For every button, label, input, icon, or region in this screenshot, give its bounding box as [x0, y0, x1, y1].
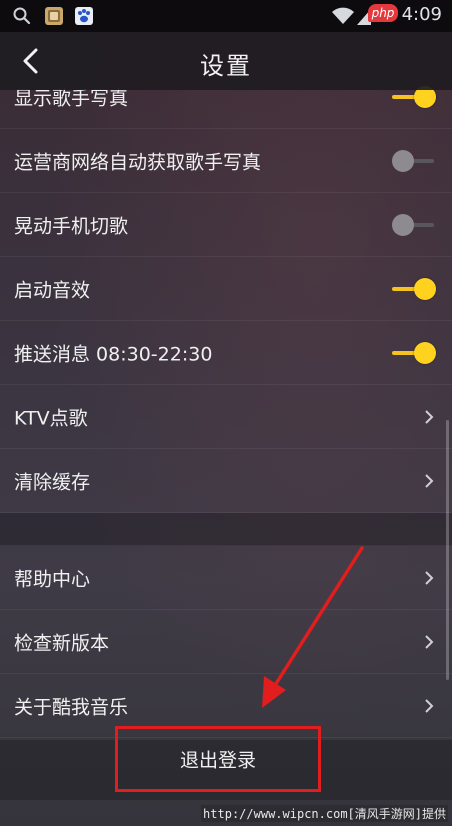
chevron-right-icon — [425, 634, 434, 649]
toggle-switch[interactable] — [392, 341, 438, 364]
setting-clear-cache[interactable]: 清除缓存 — [0, 449, 452, 513]
setting-shake-to-skip[interactable]: 晃动手机切歌 — [0, 193, 452, 257]
page-title: 设置 — [200, 52, 252, 80]
setting-help-center[interactable]: 帮助中心 — [0, 546, 452, 610]
baidu-paw-icon — [75, 7, 93, 25]
watermark-text: http://www.wipcn.com[清风手游网]提供 — [201, 805, 448, 822]
settings-list: 显示歌手写真 运营商网络自动获取歌手写真 晃动手机切歌 启动音效 推送消息 08… — [0, 65, 452, 738]
header-bar: 设置 — [0, 32, 452, 90]
search-icon — [13, 7, 31, 25]
logout-button[interactable]: 退出登录 — [115, 726, 321, 792]
setting-push-notifications[interactable]: 推送消息 08:30-22:30 — [0, 321, 452, 385]
setting-label: 启动音效 — [14, 279, 91, 301]
setting-label: 关于酷我音乐 — [14, 696, 129, 718]
setting-label: 晃动手机切歌 — [14, 215, 129, 237]
toggle-switch[interactable] — [392, 213, 438, 236]
php-badge: php — [368, 4, 398, 22]
setting-startup-sound[interactable]: 启动音效 — [0, 257, 452, 321]
clock: 4:09 — [401, 4, 442, 25]
chevron-right-icon — [425, 473, 434, 488]
setting-label: 检查新版本 — [14, 632, 110, 654]
setting-check-update[interactable]: 检查新版本 — [0, 610, 452, 674]
toggle-switch[interactable] — [392, 149, 438, 172]
scrollbar[interactable] — [446, 420, 449, 680]
toggle-switch[interactable] — [392, 277, 438, 300]
settings-screen: php 4:09 显示歌手写真 运营商网络自动获取歌手写真 晃动手机切歌 启动音… — [0, 0, 452, 826]
setting-label: 运营商网络自动获取歌手写真 — [14, 151, 262, 173]
setting-label: 推送消息 08:30-22:30 — [14, 343, 213, 365]
setting-label: KTV点歌 — [14, 407, 88, 429]
chevron-right-icon — [425, 570, 434, 585]
section-divider — [0, 513, 452, 546]
setting-carrier-auto-photo[interactable]: 运营商网络自动获取歌手写真 — [0, 129, 452, 193]
setting-label: 清除缓存 — [14, 471, 91, 493]
chevron-right-icon — [425, 698, 434, 713]
chevron-right-icon — [425, 409, 434, 424]
wifi-icon — [332, 7, 354, 24]
status-bar: php 4:09 — [0, 0, 452, 32]
setting-ktv[interactable]: KTV点歌 — [0, 385, 452, 449]
app-icon — [45, 7, 63, 25]
logout-label: 退出登录 — [179, 749, 256, 772]
setting-label: 帮助中心 — [14, 568, 91, 590]
